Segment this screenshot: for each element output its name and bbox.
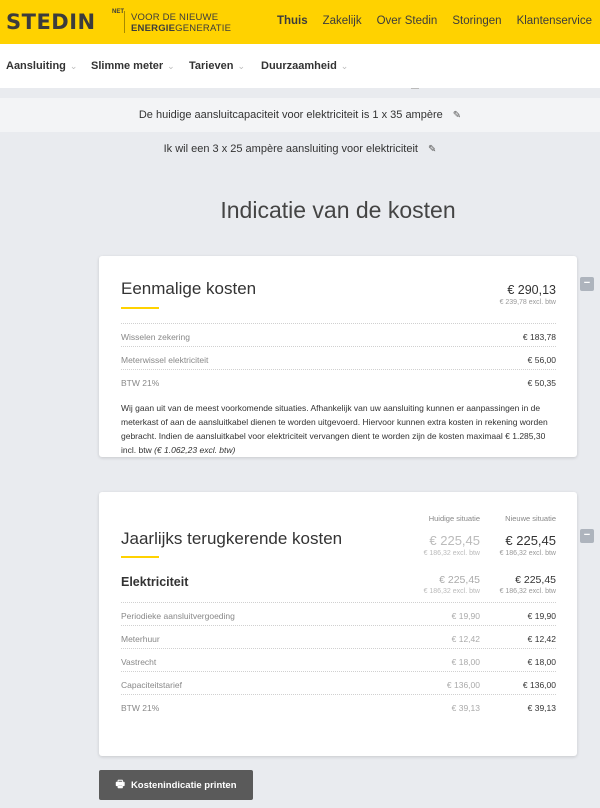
section-new: € 225,45 — [515, 574, 556, 586]
row-current: € 39,13 — [451, 703, 480, 713]
row-value: € 183,78 — [522, 332, 556, 342]
subnav-label: Tarieven — [189, 60, 234, 72]
chevron-down-icon: ⌄ — [69, 61, 78, 71]
subnav-tarieven[interactable]: Tarieven ⌄ — [189, 60, 245, 72]
total-current: € 225,45 — [429, 533, 480, 548]
row-label: Meterhuur — [121, 634, 160, 644]
subnav-label: Slimme meter — [91, 60, 164, 72]
row-value: € 56,00 — [527, 355, 556, 365]
scrolled-text-remnant — [411, 83, 419, 89]
row-label: Capaciteitstarief — [121, 680, 182, 690]
tagline-line2: ENERGIEGENERATIE — [131, 23, 231, 34]
row-label: Periodieke aansluitvergoeding — [121, 611, 235, 621]
table-row: Meterhuur € 12,42 € 12,42 — [121, 625, 556, 648]
row-value: € 50,35 — [527, 378, 556, 388]
total-current-excl: € 186,32 excl. btw — [423, 550, 480, 557]
row-label: Vastrecht — [121, 657, 157, 667]
desired-connection-row: Ik wil een 3 x 25 ampère aansluiting voo… — [0, 132, 600, 166]
section-current: € 225,45 — [439, 574, 480, 586]
cost-row: Wisselen zekering € 183,78 — [121, 323, 556, 346]
printer-icon: 🖶 — [115, 778, 125, 790]
title-accent — [121, 556, 159, 558]
row-new: € 136,00 — [522, 680, 556, 690]
row-current: € 18,00 — [451, 657, 480, 667]
collapse-jaarlijks-button[interactable]: − — [580, 529, 594, 543]
pencil-icon[interactable]: ✎ — [453, 110, 461, 121]
row-new: € 39,13 — [527, 703, 556, 713]
row-label: BTW 21% — [121, 378, 160, 388]
sub-nav: Aansluiting ⌄ Slimme meter ⌄ Tarieven ⌄ Duu… — [0, 44, 600, 88]
row-new: € 12,42 — [527, 634, 556, 644]
jaarlijkse-kosten-card: Huidige situatie Nieuwe situatie Jaarlij… — [99, 492, 577, 756]
topnav-thuis[interactable]: Thuis — [277, 15, 308, 27]
topnav-klantenservice[interactable]: Klantenservice — [517, 15, 592, 27]
total-excl-btw: € 239,78 excl. btw — [499, 299, 556, 306]
chevron-down-icon: ⌄ — [237, 61, 245, 71]
top-nav: Thuis Zakelijk Over Stedin Storingen Kla… — [277, 15, 592, 27]
row-new: € 19,90 — [527, 611, 556, 621]
row-label: Meterwissel elektriciteit — [121, 355, 209, 365]
tagline: VOOR DE NIEUWE ENERGIEGENERATIE — [131, 12, 231, 34]
chevron-down-icon: ⌄ — [167, 61, 175, 71]
cost-row: Meterwissel elektriciteit € 56,00 — [121, 346, 556, 369]
card-title: Eenmalige kosten — [121, 279, 257, 298]
total-new-excl: € 186,32 excl. btw — [499, 550, 556, 557]
title-accent — [121, 307, 159, 309]
top-header: STEDIN NET VOOR DE NIEUWE ENERGIEGENERAT… — [0, 0, 600, 44]
row-new: € 18,00 — [527, 657, 556, 667]
current-capacity-row: De huidige aansluitcapaciteit voor elekt… — [0, 98, 600, 132]
logo-divider — [124, 11, 125, 33]
col-current-header: Huidige situatie — [428, 514, 480, 523]
logo-suffix: NET — [112, 9, 124, 15]
desired-connection-text: Ik wil een 3 x 25 ampère aansluiting voo… — [163, 143, 418, 155]
row-current: € 19,90 — [451, 611, 480, 621]
eenmalige-kosten-card: Eenmalige kosten € 290,13 € 239,78 excl.… — [99, 256, 577, 457]
table-row: BTW 21% € 39,13 € 39,13 — [121, 694, 556, 717]
topnav-over-stedin[interactable]: Over Stedin — [377, 15, 438, 27]
cost-row: BTW 21% € 50,35 — [121, 369, 556, 392]
row-label: Wisselen zekering — [121, 332, 190, 342]
collapse-eenmalig-button[interactable]: − — [580, 277, 594, 291]
table-row: Periodieke aansluitvergoeding € 19,90 € … — [121, 602, 556, 625]
topnav-zakelijk[interactable]: Zakelijk — [323, 15, 362, 27]
row-current: € 136,00 — [446, 680, 480, 690]
table-row: Vastrecht € 18,00 € 18,00 — [121, 648, 556, 671]
section-new-excl: € 186,32 excl. btw — [499, 588, 556, 595]
total-amount: € 290,13 — [507, 283, 556, 297]
current-capacity-text: De huidige aansluitcapaciteit voor elekt… — [138, 109, 443, 121]
pencil-icon[interactable]: ✎ — [428, 144, 436, 155]
subnav-label: Duurzaamheid — [261, 60, 337, 72]
page-title: Indicatie van de kosten — [220, 197, 456, 223]
total-new: € 225,45 — [505, 533, 556, 548]
card-title: Jaarlijks terugkerende kosten — [121, 529, 343, 548]
subnav-label: Aansluiting — [6, 60, 66, 72]
topnav-storingen[interactable]: Storingen — [452, 15, 501, 27]
tagline-rest: GENERATIE — [175, 23, 232, 34]
table-row: Capaciteitstarief € 136,00 € 136,00 — [121, 671, 556, 694]
subnav-slimme-meter[interactable]: Slimme meter ⌄ — [91, 60, 175, 72]
tagline-bold: ENERGIE — [131, 23, 176, 34]
section-current-excl: € 186,32 excl. btw — [423, 588, 480, 595]
stedin-logo[interactable]: STEDIN — [6, 10, 96, 34]
disclaimer-text: Wij gaan uit van de meest voorkomende si… — [121, 401, 553, 457]
tagline-line1: VOOR DE NIEUWE — [131, 12, 219, 23]
row-current: € 12,42 — [451, 634, 480, 644]
print-label: Kostenindicatie printen — [130, 779, 237, 791]
subnav-aansluiting[interactable]: Aansluiting ⌄ — [6, 60, 77, 72]
col-new-header: Nieuwe situatie — [505, 514, 556, 523]
print-cost-indication-button[interactable]: 🖶 Kostenindicatie printen — [99, 770, 253, 800]
row-label: BTW 21% — [121, 703, 160, 713]
section-title: Elektriciteit — [121, 575, 189, 589]
subnav-duurzaamheid[interactable]: Duurzaamheid ⌄ — [261, 60, 348, 72]
chevron-down-icon: ⌄ — [340, 61, 349, 71]
disclaimer-excl: (€ 1.062,23 excl. btw) — [154, 445, 236, 455]
